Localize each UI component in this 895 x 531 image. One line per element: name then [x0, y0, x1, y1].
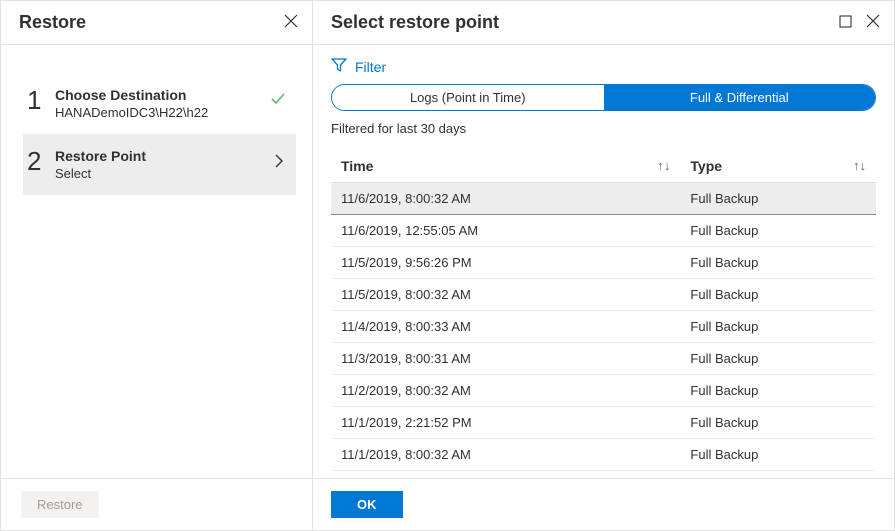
- sort-icon: ↑↓: [853, 158, 866, 173]
- table-row[interactable]: 11/3/2019, 8:00:31 AMFull Backup: [331, 343, 876, 375]
- restore-button[interactable]: Restore: [21, 491, 99, 518]
- cell-time: 11/5/2019, 8:00:32 AM: [331, 279, 680, 311]
- restore-points-table: Time ↑↓ Type ↑↓ 11/6/2019, 8:00:32 AMFul…: [331, 150, 876, 471]
- maximize-icon[interactable]: [839, 15, 852, 31]
- filter-label: Filter: [355, 59, 386, 75]
- ok-button[interactable]: OK: [331, 491, 403, 518]
- cell-time: 11/6/2019, 12:55:05 AM: [331, 215, 680, 247]
- chevron-right-icon: [274, 154, 284, 171]
- cell-time: 11/1/2019, 2:21:52 PM: [331, 407, 680, 439]
- table-row[interactable]: 11/2/2019, 8:00:32 AMFull Backup: [331, 375, 876, 407]
- column-header-time[interactable]: Time ↑↓: [331, 150, 680, 183]
- restore-type-tabs: Logs (Point in Time) Full & Differential: [331, 84, 876, 111]
- table-row[interactable]: 11/5/2019, 8:00:32 AMFull Backup: [331, 279, 876, 311]
- cell-type: Full Backup: [680, 183, 876, 215]
- tab-logs[interactable]: Logs (Point in Time): [332, 85, 604, 110]
- select-restore-point-header: Select restore point: [313, 1, 894, 45]
- cell-type: Full Backup: [680, 343, 876, 375]
- table-row[interactable]: 11/1/2019, 8:00:32 AMFull Backup: [331, 439, 876, 471]
- restore-header: Restore: [1, 1, 312, 45]
- select-restore-point-footer: OK: [313, 478, 894, 530]
- step-title: Restore Point: [55, 148, 286, 164]
- cell-type: Full Backup: [680, 215, 876, 247]
- step-choose-destination[interactable]: 1 Choose Destination HANADemoIDC3\H22\h2…: [23, 73, 296, 134]
- column-header-type[interactable]: Type ↑↓: [680, 150, 876, 183]
- cell-type: Full Backup: [680, 311, 876, 343]
- restore-point-content: Logs (Point in Time) Full & Differential…: [313, 84, 894, 478]
- cell-time: 11/1/2019, 8:00:32 AM: [331, 439, 680, 471]
- step-number: 1: [27, 87, 55, 113]
- step-number: 2: [27, 148, 55, 174]
- table-row[interactable]: 11/4/2019, 8:00:33 AMFull Backup: [331, 311, 876, 343]
- step-restore-point[interactable]: 2 Restore Point Select: [23, 134, 296, 195]
- close-icon[interactable]: [284, 14, 298, 31]
- restore-title: Restore: [19, 12, 86, 33]
- table-row[interactable]: 11/6/2019, 12:55:05 AMFull Backup: [331, 215, 876, 247]
- restore-panel: Restore 1 Choose Destination HANADemoIDC…: [1, 1, 313, 530]
- step-subtitle: HANADemoIDC3\H22\h22: [55, 105, 286, 120]
- sort-icon: ↑↓: [657, 158, 670, 173]
- step-title: Choose Destination: [55, 87, 286, 103]
- cell-time: 11/5/2019, 9:56:26 PM: [331, 247, 680, 279]
- check-icon: [270, 91, 286, 110]
- filtered-range-label: Filtered for last 30 days: [331, 121, 890, 136]
- close-icon[interactable]: [866, 14, 880, 31]
- cell-type: Full Backup: [680, 407, 876, 439]
- restore-footer: Restore: [1, 478, 312, 530]
- cell-time: 11/2/2019, 8:00:32 AM: [331, 375, 680, 407]
- step-subtitle: Select: [55, 166, 286, 181]
- tab-full-differential[interactable]: Full & Differential: [604, 85, 876, 110]
- cell-type: Full Backup: [680, 439, 876, 471]
- cell-type: Full Backup: [680, 375, 876, 407]
- table-row[interactable]: 11/5/2019, 9:56:26 PMFull Backup: [331, 247, 876, 279]
- cell-type: Full Backup: [680, 279, 876, 311]
- select-restore-point-title: Select restore point: [331, 12, 499, 33]
- cell-time: 11/6/2019, 8:00:32 AM: [331, 183, 680, 215]
- filter-button[interactable]: Filter: [313, 45, 894, 84]
- cell-time: 11/4/2019, 8:00:33 AM: [331, 311, 680, 343]
- cell-type: Full Backup: [680, 247, 876, 279]
- table-row[interactable]: 11/6/2019, 8:00:32 AMFull Backup: [331, 183, 876, 215]
- wizard-steps: 1 Choose Destination HANADemoIDC3\H22\h2…: [1, 45, 312, 478]
- cell-time: 11/3/2019, 8:00:31 AM: [331, 343, 680, 375]
- table-row[interactable]: 11/1/2019, 2:21:52 PMFull Backup: [331, 407, 876, 439]
- filter-icon: [331, 57, 347, 76]
- select-restore-point-panel: Select restore point Filter Logs (Point …: [313, 1, 894, 530]
